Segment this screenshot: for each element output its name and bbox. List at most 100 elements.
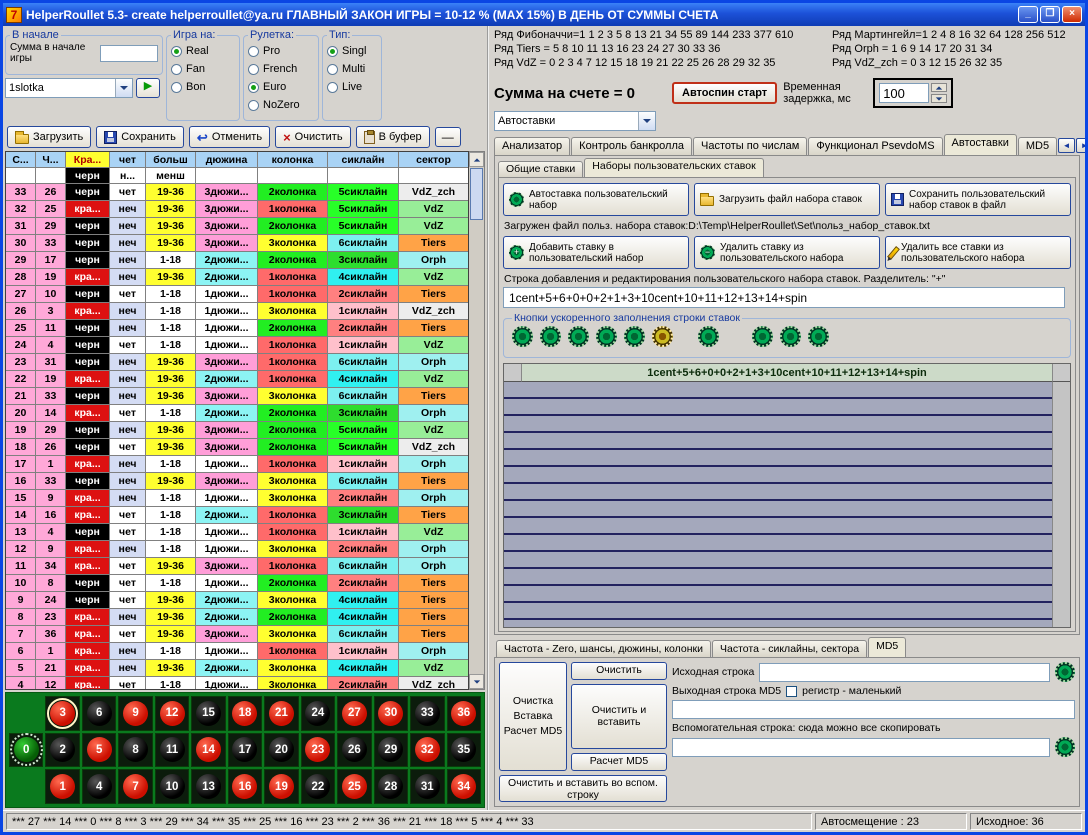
md5-source-input[interactable] [759,663,1050,682]
roulette-number-1[interactable]: 1 [50,774,75,799]
save-button[interactable]: Сохранить [96,126,184,148]
spin-up-icon[interactable] [931,83,947,92]
set-list-row[interactable] [504,552,1052,569]
chip-4[interactable] [596,326,617,347]
chip-7[interactable] [698,326,719,347]
freqtab-частота-zero-шансы-дюжины-колонки[interactable]: Частота - Zero, шансы, дюжины, колонки [496,640,711,657]
chip-9[interactable] [780,326,801,347]
roulette-number-4[interactable]: 4 [87,774,112,799]
table-row[interactable]: 1826чернчет19-363дюжи...2колонка5сиклайн… [6,439,468,456]
md5-helper-input[interactable] [672,738,1050,757]
tab-scroll-left-icon[interactable]: ◄ [1058,138,1075,153]
roulette-number-33[interactable]: 33 [415,701,440,726]
roulette-number-6[interactable]: 6 [87,701,112,726]
radio-euro[interactable]: Euro [248,78,314,96]
set-list-row[interactable] [504,382,1052,399]
roulette-number-28[interactable]: 28 [378,774,403,799]
table-row[interactable]: 3033черннеч19-363дюжи...3колонка6сиклайн… [6,235,468,252]
chip-2[interactable] [540,326,561,347]
subtab-общие-ставки[interactable]: Общие ставки [498,161,583,177]
roulette-number-22[interactable]: 22 [305,774,330,799]
table-row[interactable]: 2014кра...чет1-182дюжи...2колонка3сиклай… [6,405,468,422]
scroll-up-icon[interactable] [469,152,484,167]
table-row[interactable]: 159кра...неч1-181дюжи...3колонка2сиклайн… [6,490,468,507]
add-stake-button[interactable]: +Добавить ставку в пользовательский набо… [503,236,689,269]
roulette-number-30[interactable]: 30 [378,701,403,726]
table-row[interactable]: 108чернчет1-181дюжи...2колонка2сиклайнTi… [6,575,468,592]
roulette-number-10[interactable]: 10 [160,774,185,799]
load-button[interactable]: Загрузить [7,126,91,148]
radio-french[interactable]: French [248,60,314,78]
set-list-row[interactable] [504,484,1052,501]
roulette-number-20[interactable]: 20 [269,737,294,762]
roulette-number-23[interactable]: 23 [305,737,330,762]
roulette-number-24[interactable]: 24 [305,701,330,726]
tab-автоставки[interactable]: Автоставки [944,134,1017,155]
play-button[interactable]: ▶ [136,78,160,98]
roulette-number-3[interactable]: 3 [50,701,75,726]
roulette-number-8[interactable]: 8 [123,737,148,762]
roulette-number-26[interactable]: 26 [342,737,367,762]
table-row[interactable]: 2819кра...неч19-362дюжи...1колонка4сикла… [6,269,468,286]
roulette-number-35[interactable]: 35 [451,737,476,762]
roulette-number-14[interactable]: 14 [196,737,221,762]
chip-action-icon[interactable] [1055,737,1075,757]
roulette-number-9[interactable]: 9 [123,701,148,726]
table-row[interactable]: 134чернчет1-181дюжи...1колонка1сиклайнVd… [6,524,468,541]
set-list-row[interactable] [504,416,1052,433]
roulette-number-25[interactable]: 25 [342,774,367,799]
chevron-down-icon[interactable] [115,79,132,97]
delay-input[interactable] [879,83,929,103]
table-row[interactable]: 1633черннеч19-363дюжи...3колонка6сиклайн… [6,473,468,490]
chip-8[interactable] [752,326,773,347]
set-list-row[interactable] [504,399,1052,416]
register-checkbox[interactable] [786,686,797,697]
table-row[interactable]: 1929черннеч19-363дюжи...2колонка5сиклайн… [6,422,468,439]
roulette-number-19[interactable]: 19 [269,774,294,799]
radio-singl[interactable]: Singl [327,42,377,60]
radio-bon[interactable]: Bon [171,78,235,96]
roulette-number-5[interactable]: 5 [87,737,112,762]
radio-fan[interactable]: Fan [171,60,235,78]
maximize-button[interactable]: ❐ [1040,6,1060,23]
set-list-row[interactable] [504,467,1052,484]
remove-all-stakes-button[interactable]: Удалить все ставки из пользовательского … [885,236,1071,269]
roulette-number-18[interactable]: 18 [232,701,257,726]
table-row[interactable]: 924чернчет19-362дюжи...3колонка4сиклайнT… [6,592,468,609]
table-row[interactable]: 1416кра...чет1-182дюжи...1колонка3сиклай… [6,507,468,524]
spin-down-icon[interactable] [931,94,947,103]
start-sum-input[interactable] [100,45,158,62]
close-button[interactable]: × [1062,6,1082,23]
roulette-number-11[interactable]: 11 [160,737,185,762]
roulette-number-27[interactable]: 27 [342,701,367,726]
tab-scroll-right-icon[interactable]: ► [1076,138,1088,153]
table-row[interactable]: 61кра...неч1-181дюжи...1колонка1сиклайнO… [6,643,468,660]
scrollbar-thumb[interactable] [470,168,483,220]
tab-функционал-psevdoms[interactable]: Функционал PsevdoMS [808,137,942,155]
roulette-number-29[interactable]: 29 [378,737,403,762]
roulette-number-12[interactable]: 12 [160,701,185,726]
roulette-number-17[interactable]: 17 [232,737,257,762]
subtab-наборы-пользовательских-ставок[interactable]: Наборы пользовательских ставок [584,158,763,177]
md5-output-input[interactable] [672,700,1075,719]
table-row[interactable]: 412кра...чет1-181дюжи...3колонка2сиклайн… [6,677,468,690]
md5-clear-paste-helper-button[interactable]: Очистить и вставить во вспом. строку [499,775,667,802]
table-row[interactable]: 263кра...неч1-181дюжи...3колонка1сиклайн… [6,303,468,320]
freqtab-частота-сиклайны-сектора[interactable]: Частота - сиклайны, сектора [712,640,867,657]
md5-clear-button[interactable]: Очистить [571,662,667,680]
table-row[interactable]: 171кра...неч1-181дюжи...1колонка1сиклайн… [6,456,468,473]
chevron-down-icon[interactable] [638,112,655,130]
autostake-user-set-button[interactable]: Автоставка пользовательский набор [503,183,689,216]
set-list-row[interactable] [504,501,1052,518]
roulette-number-34[interactable]: 34 [451,774,476,799]
tab-контроль-банкролла[interactable]: Контроль банкролла [571,137,692,155]
set-list-row[interactable] [504,518,1052,535]
radio-pro[interactable]: Pro [248,42,314,60]
minimize-button[interactable]: _ [1018,6,1038,23]
table-row[interactable]: 2219кра...неч19-362дюжи...1колонка4сикла… [6,371,468,388]
autospin-start-button[interactable]: Автоспин старт [672,82,777,104]
table-row[interactable]: 129кра...неч1-181дюжи...3колонка2сиклайн… [6,541,468,558]
roulette-number-2[interactable]: 2 [50,737,75,762]
save-set-file-button[interactable]: Сохранить пользовательский набор ставок … [885,183,1071,216]
md5-clear-paste-calc-button[interactable]: Очистка Вставка Расчет MD5 [499,662,567,771]
